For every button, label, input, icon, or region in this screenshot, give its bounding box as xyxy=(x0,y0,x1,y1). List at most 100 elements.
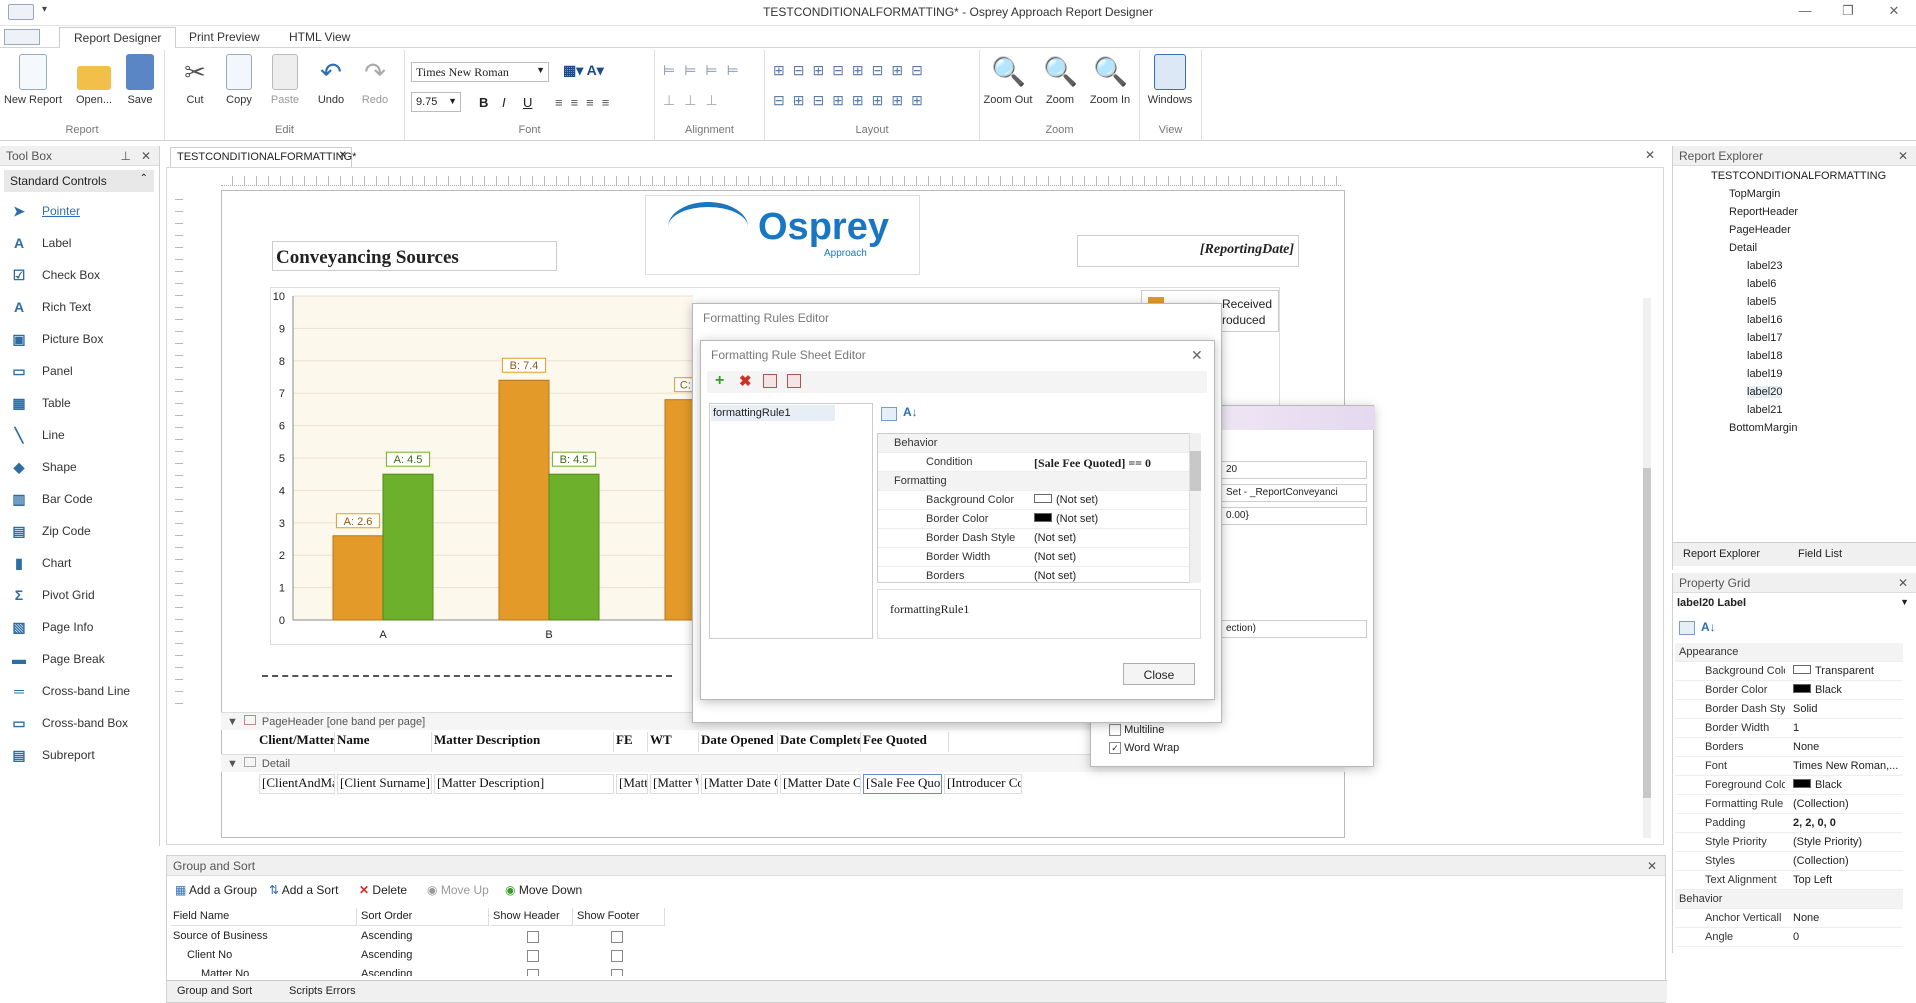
close-icon[interactable]: ✕ xyxy=(1898,149,1908,163)
header-cell[interactable]: Client/Matter xyxy=(259,732,335,752)
ribbon-tab-menu-icon[interactable] xyxy=(4,29,40,45)
property-row[interactable]: Border Width 1 xyxy=(1675,719,1903,738)
rule-property-row[interactable]: Border Color (Not set) xyxy=(878,510,1200,529)
bar[interactable] xyxy=(498,379,550,621)
tool-pivot-grid[interactable]: Σ Pivot Grid xyxy=(8,584,95,606)
header-cell[interactable]: Name xyxy=(337,732,432,752)
delete-button[interactable]: ✕ Delete xyxy=(359,883,407,897)
sort-az-icon[interactable]: A↓ xyxy=(903,405,918,419)
alignment-icons-row1[interactable]: ⊨⊨⊨⊨ xyxy=(663,62,748,79)
bar[interactable] xyxy=(332,535,384,621)
tree-label-node[interactable]: label23 xyxy=(1747,260,1782,272)
property-scrollbar[interactable] xyxy=(1189,433,1201,583)
bar[interactable] xyxy=(382,473,434,621)
tree-label-node[interactable]: label16 xyxy=(1747,314,1782,326)
categorized-icon[interactable] xyxy=(1679,621,1695,635)
tree-label-node[interactable]: label18 xyxy=(1747,350,1782,362)
multiline-checkbox[interactable]: Multiline xyxy=(1109,724,1164,737)
show-header-checkbox[interactable] xyxy=(527,950,539,962)
add-group-button[interactable]: ▦ Add a Group xyxy=(175,883,257,897)
background-field-2[interactable]: Set - _ReportConveyanci xyxy=(1221,484,1367,502)
underline-button[interactable]: U xyxy=(523,95,532,110)
tool-pointer[interactable]: ➤ Pointer xyxy=(8,200,80,222)
restore-icon[interactable]: ❐ xyxy=(1834,3,1862,21)
tree-label-node[interactable]: label20 xyxy=(1747,386,1783,398)
tool-check-box[interactable]: ☑ Check Box xyxy=(8,264,100,286)
detail-cell[interactable]: [Introducer Con xyxy=(944,774,1022,794)
scrollbar-thumb[interactable] xyxy=(1190,451,1201,491)
property-row[interactable]: Borders None xyxy=(1675,738,1903,757)
save-button[interactable]: Save xyxy=(112,54,168,106)
font-name-select[interactable]: Times New Roman ▼ xyxy=(411,62,549,82)
delete-rule-icon[interactable]: ✖ xyxy=(739,372,752,390)
property-row[interactable]: Text Alignment Top Left xyxy=(1675,871,1903,890)
selected-object[interactable]: label20 Label ▼ xyxy=(1677,597,1913,615)
header-cell[interactable]: Date Completed xyxy=(780,732,861,752)
header-cell[interactable]: Date Opened xyxy=(701,732,778,752)
bold-button[interactable]: B xyxy=(479,95,488,110)
close-button[interactable]: Close xyxy=(1123,663,1195,685)
property-row[interactable]: Border Dash Sty Solid xyxy=(1675,700,1903,719)
tab-report-explorer[interactable]: Report Explorer xyxy=(1683,548,1760,560)
zoom-button[interactable]: 🔍 Zoom xyxy=(1032,54,1088,106)
property-row[interactable]: Styles (Collection) xyxy=(1675,852,1903,871)
header-cell[interactable]: FE xyxy=(616,732,648,752)
tab-field-list[interactable]: Field List xyxy=(1798,548,1842,560)
tree-node[interactable]: PageHeader xyxy=(1729,224,1791,236)
vertical-scrollbar[interactable] xyxy=(1643,298,1651,838)
font-size-select[interactable]: 9.75 ▼ xyxy=(411,92,461,112)
tree-root[interactable]: TESTCONDITIONALFORMATTING xyxy=(1711,170,1886,182)
tool-page-info[interactable]: ▧ Page Info xyxy=(8,616,93,638)
tool-cross-band-box[interactable]: ▭ Cross-band Box xyxy=(8,712,128,734)
background-field-1[interactable]: 20 xyxy=(1221,461,1367,479)
tab-html-view[interactable]: HTML View xyxy=(289,30,350,44)
tool-zip-code[interactable]: ▤ Zip Code xyxy=(8,520,90,542)
tree-label-node[interactable]: label5 xyxy=(1747,296,1776,308)
reporting-date-label[interactable]: [ReportingDate] xyxy=(1077,235,1299,267)
bar[interactable] xyxy=(548,473,600,621)
italic-button[interactable]: I xyxy=(502,95,506,110)
tree-node[interactable]: Detail xyxy=(1729,242,1757,254)
tree-label-node[interactable]: label19 xyxy=(1747,368,1782,380)
windows-button[interactable]: Windows xyxy=(1142,54,1198,106)
property-row[interactable]: Font Times New Roman,... xyxy=(1675,757,1903,776)
rule-property-row[interactable]: Formatting xyxy=(878,472,1200,491)
column-header[interactable]: Field Name xyxy=(171,908,357,926)
detail-cell[interactable]: [ClientAndMatt xyxy=(259,774,335,794)
property-row[interactable]: Anchor Verticall None xyxy=(1675,909,1903,928)
rule-property-row[interactable]: Borders (Not set) xyxy=(878,567,1200,582)
clear-all-icon[interactable] xyxy=(787,374,801,388)
property-row[interactable]: Border Color Black xyxy=(1675,681,1903,700)
detail-cell[interactable]: [Matter Date Op xyxy=(701,774,778,794)
tab-report-designer[interactable]: Report Designer xyxy=(59,27,177,49)
tool-page-break[interactable]: ▬ Page Break xyxy=(8,648,105,670)
logo-picturebox[interactable]: Osprey Approach xyxy=(645,195,920,275)
tool-line[interactable]: ╲ Line xyxy=(8,424,65,446)
word-wrap-checkbox[interactable]: ✓ Word Wrap xyxy=(1109,742,1179,755)
sort-az-icon[interactable]: A↓ xyxy=(1701,620,1716,634)
align-buttons[interactable]: ≡≡≡≡ xyxy=(555,95,617,110)
title-label[interactable]: Conveyancing Sources xyxy=(272,241,557,271)
add-sort-button[interactable]: ⇅ Add a Sort xyxy=(269,883,338,897)
minimize-icon[interactable]: — xyxy=(1791,3,1819,21)
tree-label-node[interactable]: label6 xyxy=(1747,278,1776,290)
tool-shape[interactable]: ◆ Shape xyxy=(8,456,77,478)
property-row[interactable]: Behavior xyxy=(1675,890,1903,909)
rule-property-row[interactable]: Border Dash Style (Not set) xyxy=(878,529,1200,548)
move-down-button[interactable]: ◉ Move Down xyxy=(505,883,582,897)
background-field-3[interactable]: 0.00} xyxy=(1221,507,1367,525)
close-icon[interactable]: ✕ xyxy=(1191,347,1203,364)
header-cell[interactable]: Matter Description xyxy=(434,732,614,752)
pin-icon[interactable]: ⊥ xyxy=(121,149,131,163)
show-footer-checkbox[interactable] xyxy=(611,950,623,962)
field-name-cell[interactable]: Matter No xyxy=(199,966,369,976)
detail-cell[interactable]: [Matter Date Com xyxy=(780,774,861,794)
tree-label-node[interactable]: label21 xyxy=(1747,404,1782,416)
close-document-icon[interactable]: ✕ xyxy=(1645,148,1655,162)
property-row[interactable]: Background Colo Transparent xyxy=(1675,662,1903,681)
close-icon[interactable]: ✕ xyxy=(339,150,347,161)
tab-print-preview[interactable]: Print Preview xyxy=(189,30,260,44)
zoom-out-button[interactable]: 🔍 Zoom Out xyxy=(980,54,1036,106)
tool-picture-box[interactable]: ▣ Picture Box xyxy=(8,328,103,350)
column-header[interactable]: Sort Order xyxy=(359,908,489,926)
